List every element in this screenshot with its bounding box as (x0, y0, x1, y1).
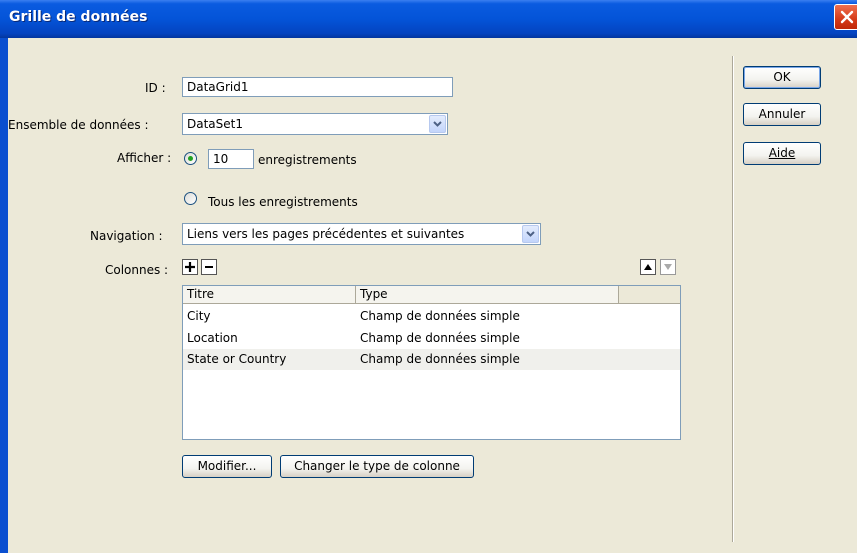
row-type: Champ de données simple (360, 331, 520, 345)
dataset-dropdown-button[interactable] (429, 115, 446, 133)
row-title: State or Country (187, 352, 287, 366)
all-records-label: Tous les enregistrements (208, 195, 358, 209)
records-suffix-label: enregistrements (258, 153, 357, 167)
row-title: Location (187, 331, 238, 345)
columns-list-header: Titre Type (183, 286, 680, 304)
column-header-title[interactable]: Titre (183, 286, 356, 303)
vertical-separator (732, 56, 734, 542)
row-type: Champ de données simple (360, 309, 520, 323)
table-row[interactable]: Location Champ de données simple (183, 328, 680, 349)
window-frame (0, 38, 8, 553)
navigation-dropdown-button[interactable] (522, 225, 539, 243)
row-type: Champ de données simple (360, 352, 520, 366)
dataset-select[interactable]: DataSet1 (182, 113, 448, 135)
column-header-type[interactable]: Type (356, 286, 619, 303)
title-bar[interactable]: Grille de données (0, 0, 857, 38)
show-all-records-radio[interactable] (184, 192, 197, 205)
navigation-label: Navigation : (90, 229, 163, 243)
cancel-button[interactable]: Annuler (743, 103, 821, 126)
close-button[interactable] (834, 4, 857, 30)
help-button-label: Aide (768, 146, 796, 160)
row-title: City (187, 309, 211, 323)
edit-button[interactable]: Modifier... (182, 455, 272, 478)
help-button[interactable]: Aide (743, 142, 821, 165)
columns-list[interactable]: Titre Type City Champ de données simple … (182, 285, 681, 440)
dataset-value: DataSet1 (187, 117, 243, 131)
remove-column-button[interactable] (201, 259, 217, 275)
ok-button[interactable]: OK (743, 66, 821, 89)
show-label: Afficher : (117, 151, 172, 165)
dialog-body: ID : DataGrid1 Ensemble de données : Dat… (8, 38, 857, 553)
records-count-input[interactable]: 10 (208, 149, 254, 169)
window-title: Grille de données (9, 9, 148, 25)
columns-label: Colonnes : (105, 263, 169, 277)
dialog-window: Grille de données ID : DataGrid1 Ensembl… (0, 0, 857, 553)
navigation-select[interactable]: Liens vers les pages précédentes et suiv… (182, 223, 541, 245)
dataset-label: Ensemble de données : (8, 118, 149, 132)
change-column-type-button[interactable]: Changer le type de colonne (280, 455, 474, 478)
show-n-records-radio[interactable] (184, 152, 197, 165)
id-input[interactable]: DataGrid1 (182, 77, 453, 97)
move-down-button[interactable] (660, 259, 676, 275)
add-column-button[interactable] (182, 259, 198, 275)
navigation-value: Liens vers les pages précédentes et suiv… (187, 227, 465, 241)
table-row[interactable]: City Champ de données simple (183, 306, 680, 327)
move-up-button[interactable] (640, 259, 656, 275)
id-label: ID : (145, 81, 166, 95)
table-row[interactable]: State or Country Champ de données simple (183, 349, 680, 370)
